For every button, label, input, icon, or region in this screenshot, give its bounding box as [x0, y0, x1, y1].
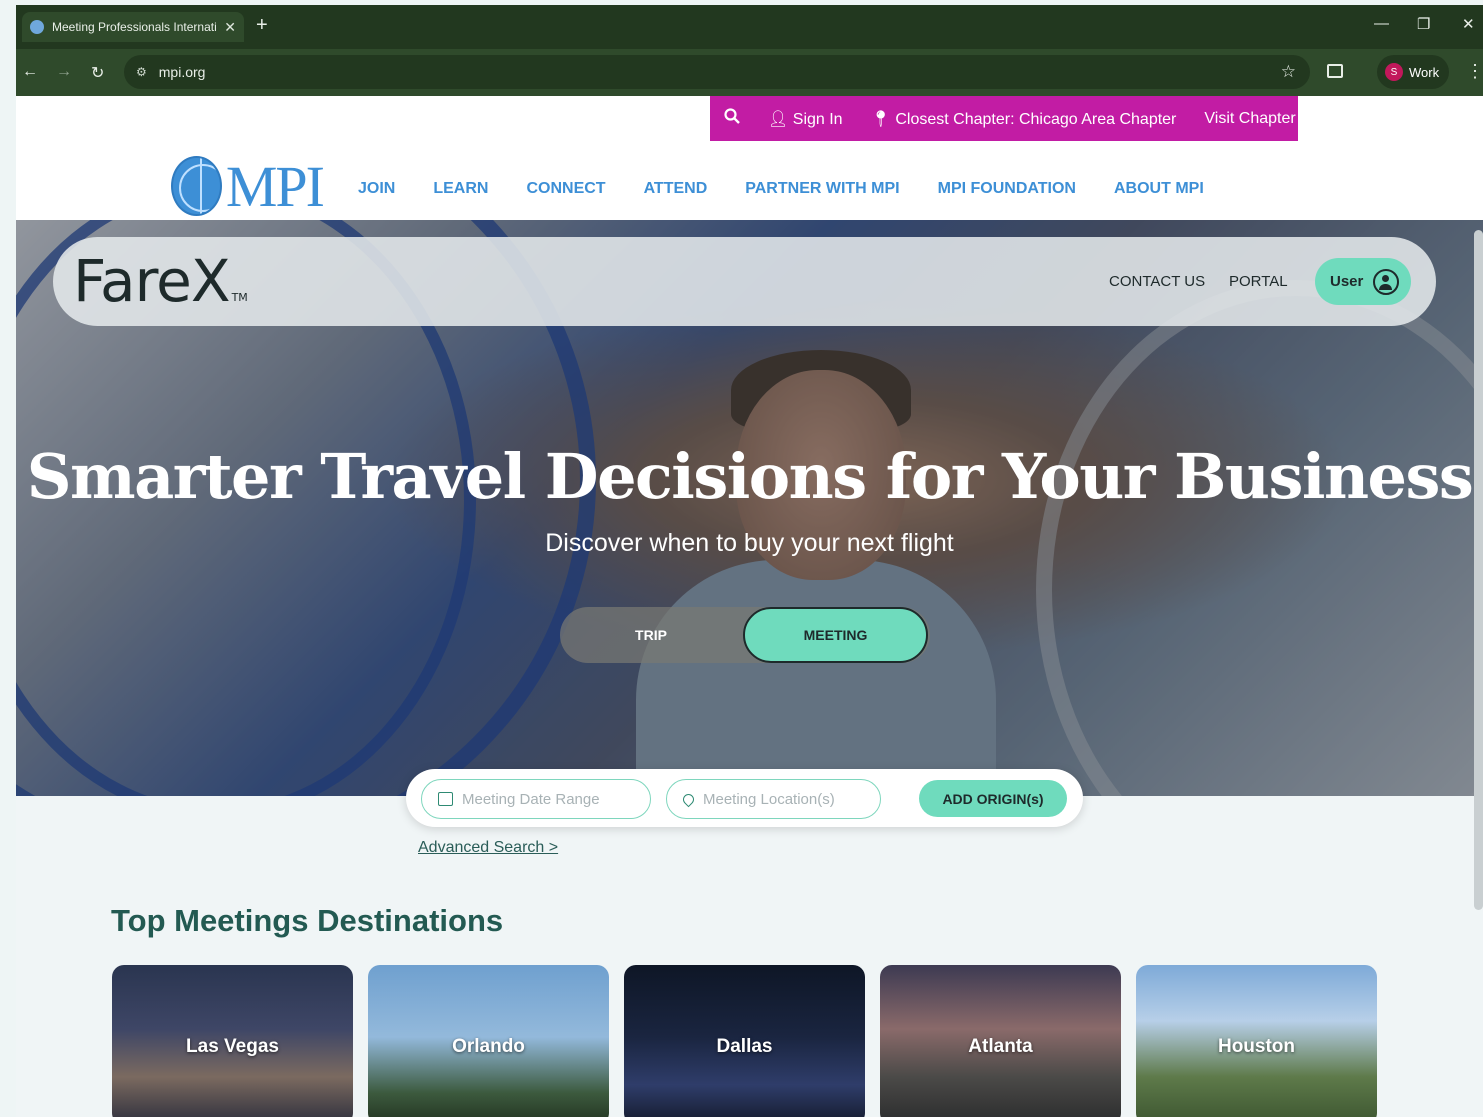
mpi-logo-text: MPI	[225, 153, 325, 219]
destinations-heading: Top Meetings Destinations	[111, 903, 504, 938]
back-arrow-icon[interactable]: ←	[22, 63, 38, 81]
site-settings-icon[interactable]: ⚙	[136, 65, 147, 79]
profile-label: Work	[1409, 64, 1440, 80]
close-window-icon[interactable]: ✕	[1462, 15, 1475, 33]
toggle-trip[interactable]: TRIP	[560, 607, 742, 663]
destination-card-atlanta[interactable]: Atlanta	[880, 965, 1121, 1117]
destination-card-dallas[interactable]: Dallas	[624, 965, 865, 1117]
url-text: mpi.org	[158, 64, 206, 80]
search-card: Meeting Date Range Meeting Location(s) A…	[406, 769, 1083, 827]
map-pin-icon: 📍︎	[870, 110, 891, 128]
meeting-date-range-field[interactable]: Meeting Date Range	[421, 779, 651, 819]
destination-label: Dallas	[716, 1036, 773, 1057]
farex-logo-text: FareX	[73, 247, 231, 315]
user-button[interactable]: User	[1315, 258, 1411, 305]
destination-card-houston[interactable]: Houston	[1136, 965, 1377, 1117]
add-origin-button[interactable]: ADD ORIGIN(s)	[919, 780, 1067, 817]
main-nav: JOIN LEARN CONNECT ATTEND PARTNER WITH M…	[358, 180, 1242, 198]
destination-label: Orlando	[452, 1036, 525, 1057]
closest-chapter-link[interactable]: 📍︎ Closest Chapter: Chicago Area Chapter	[871, 109, 1177, 129]
close-tab-icon[interactable]: ✕	[224, 19, 236, 36]
cast-icon[interactable]	[1327, 64, 1343, 78]
date-placeholder: Meeting Date Range	[462, 790, 600, 808]
visit-chapter-link[interactable]: Visit Chapter	[1204, 110, 1295, 128]
page-scrollbar[interactable]	[1474, 230, 1483, 910]
globe-icon	[30, 20, 44, 34]
profile-button[interactable]: S Work	[1377, 55, 1449, 89]
nav-about[interactable]: ABOUT MPI	[1114, 180, 1204, 198]
hero-subtitle: Discover when to buy your next flight	[545, 529, 954, 557]
hero-title: Smarter Travel Decisions for Your Busine…	[26, 440, 1474, 513]
destination-label: Houston	[1217, 1036, 1296, 1057]
nav-foundation[interactable]: MPI FOUNDATION	[938, 180, 1076, 198]
farex-logo[interactable]: FareX TM	[73, 247, 248, 315]
contact-us-link[interactable]: CONTACT US	[1109, 273, 1205, 290]
browser-tab[interactable]: Meeting Professionals Internati ✕	[22, 12, 244, 42]
browser-window: Meeting Professionals Internati ✕ + — ❐ …	[16, 5, 1483, 1117]
user-icon: 👤︎	[768, 110, 789, 128]
destination-card-orlando[interactable]: Orlando	[368, 965, 609, 1117]
trademark: TM	[231, 291, 248, 304]
address-bar-row: ← → ↻ ⚙ mpi.org ☆ S Work ⋮	[16, 49, 1483, 96]
toggle-meeting[interactable]: MEETING	[743, 607, 928, 663]
more-menu-icon[interactable]: ⋮	[1466, 61, 1483, 82]
sign-in-label: Sign In	[792, 110, 843, 128]
hero-section: FareX TM CONTACT US PORTAL User Smarter T…	[16, 220, 1483, 796]
nav-partner[interactable]: PARTNER WITH MPI	[745, 180, 899, 198]
nav-learn[interactable]: LEARN	[433, 180, 488, 198]
utility-bar: 👤︎ Sign In 📍︎ Closest Chapter: Chicago A…	[710, 96, 1298, 141]
nav-join[interactable]: JOIN	[358, 180, 395, 198]
location-pin-icon	[680, 791, 697, 807]
search-icon[interactable]	[724, 108, 740, 129]
globe-logo-icon	[171, 156, 222, 216]
trip-meeting-toggle: TRIP MEETING	[560, 607, 930, 663]
new-tab-button[interactable]: +	[256, 14, 268, 37]
destination-card-las-vegas[interactable]: Las Vegas	[112, 965, 353, 1117]
user-label: User	[1330, 273, 1364, 290]
calendar-icon	[438, 792, 453, 806]
nav-connect[interactable]: CONNECT	[526, 180, 605, 198]
portal-link[interactable]: PORTAL	[1229, 273, 1288, 290]
bookmark-star-icon[interactable]: ☆	[1281, 62, 1296, 82]
reload-icon[interactable]: ↻	[91, 63, 104, 83]
mpi-header: 👤︎ Sign In 📍︎ Closest Chapter: Chicago A…	[16, 96, 1483, 220]
farex-navbar: FareX TM CONTACT US PORTAL User	[53, 237, 1436, 326]
closest-chapter-label: Closest Chapter: Chicago Area Chapter	[895, 110, 1177, 128]
user-circle-icon	[1373, 268, 1400, 295]
sign-in-link[interactable]: 👤︎ Sign In	[768, 109, 843, 129]
mpi-logo[interactable]: MPI	[171, 153, 325, 219]
url-field[interactable]: ⚙ mpi.org ☆	[124, 55, 1310, 89]
avatar: S	[1385, 63, 1403, 81]
destination-label: Atlanta	[968, 1036, 1033, 1057]
tab-title: Meeting Professionals Internati	[52, 20, 217, 34]
destination-label: Las Vegas	[186, 1036, 279, 1057]
location-placeholder: Meeting Location(s)	[703, 790, 835, 808]
restore-icon[interactable]: ❐	[1417, 15, 1430, 33]
advanced-search-link[interactable]: Advanced Search >	[418, 839, 558, 857]
minimize-icon[interactable]: —	[1374, 15, 1389, 32]
meeting-location-field[interactable]: Meeting Location(s)	[666, 779, 881, 819]
tab-bar: Meeting Professionals Internati ✕ + — ❐ …	[16, 5, 1483, 49]
nav-attend[interactable]: ATTEND	[644, 180, 708, 198]
forward-arrow-icon[interactable]: →	[56, 63, 72, 81]
